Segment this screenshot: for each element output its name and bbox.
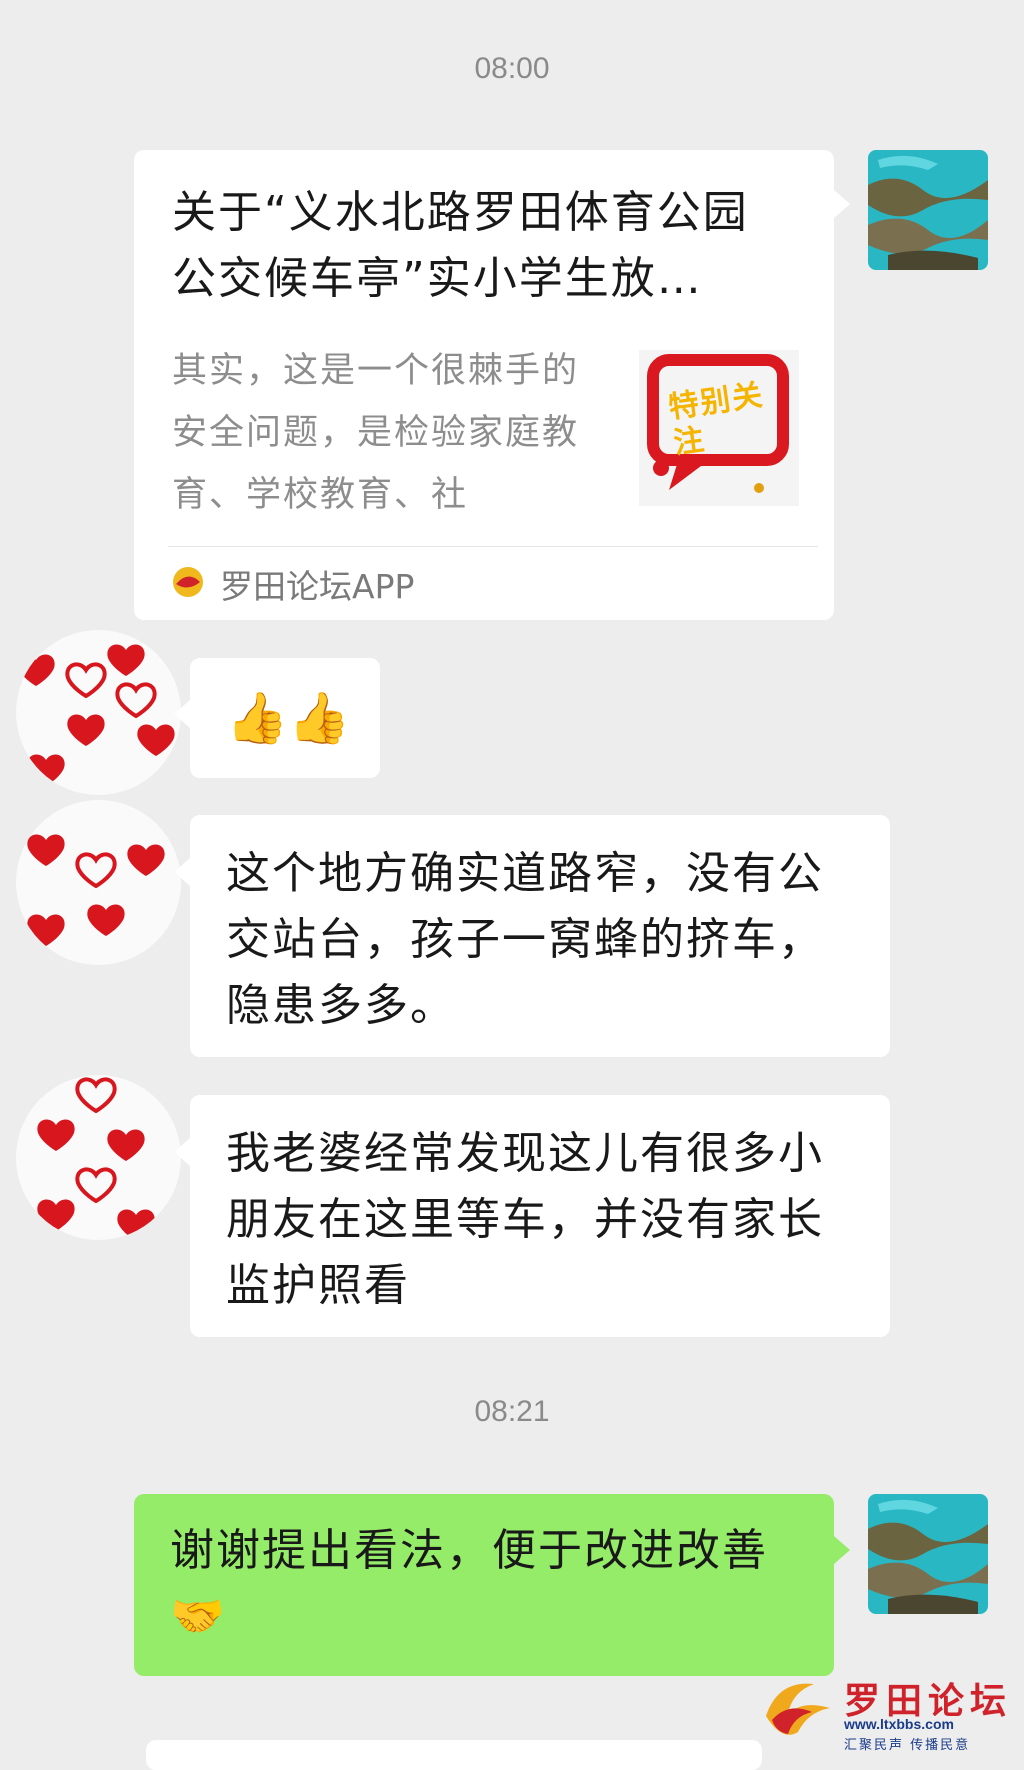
card-thumb-text: 特别关注: [666, 377, 767, 462]
message-text: 我老婆经常发现这儿有很多小朋友在这里等车，并没有家长监护照看: [226, 1128, 824, 1311]
message-text: 谢谢提出看法，便于改进改善🤝: [170, 1525, 768, 1642]
message-bubble-self[interactable]: 谢谢提出看法，便于改进改善🤝: [134, 1494, 834, 1676]
contact-avatar[interactable]: [16, 630, 181, 795]
bubble-tail: [834, 190, 850, 218]
message-bubble[interactable]: 我老婆经常发现这儿有很多小朋友在这里等车，并没有家长监护照看: [190, 1095, 890, 1337]
link-card[interactable]: 关于“义水北路罗田体育公园公交候车亭”实小学生放… 其实，这是一个很棘手的安全问…: [134, 150, 834, 620]
bubble-tail: [174, 1138, 190, 1166]
app-logo-icon: [170, 564, 206, 600]
bubble-tail: [834, 1536, 850, 1564]
card-divider: [168, 546, 818, 547]
self-avatar[interactable]: [868, 150, 988, 270]
bubble-tail: [174, 858, 190, 886]
self-avatar[interactable]: [868, 1494, 988, 1614]
card-title: 关于“义水北路罗田体育公园公交候车亭”实小学生放…: [172, 187, 749, 304]
card-source: 罗田论坛APP: [220, 567, 415, 606]
watermark-url: www.ltxbbs.com: [844, 1716, 954, 1732]
message-bubble[interactable]: 这个地方确实道路窄，没有公交站台，孩子一窝蜂的挤车，隐患多多。: [190, 815, 890, 1057]
message-bubble[interactable]: 👍👍: [190, 658, 380, 778]
bubble-tail: [174, 700, 190, 728]
contact-avatar[interactable]: [16, 800, 181, 965]
card-thumbnail: 特别关注: [639, 350, 799, 506]
timestamp: 08:00: [474, 52, 550, 85]
card-description: 其实，这是一个很棘手的安全问题，是检验家庭教育、学校教育、社: [172, 351, 580, 515]
contact-avatar[interactable]: [16, 1075, 181, 1240]
forum-logo-icon: [766, 1683, 830, 1735]
message-text: 👍👍: [226, 689, 351, 747]
forum-watermark: 罗田论坛 www.ltxbbs.com 汇聚民声 传播民意: [758, 1672, 1018, 1753]
timestamp: 08:21: [474, 1395, 550, 1428]
message-bubble[interactable]: [146, 1740, 762, 1770]
message-text: 这个地方确实道路窄，没有公交站台，孩子一窝蜂的挤车，隐患多多。: [226, 848, 824, 1031]
watermark-slogan: 汇聚民声 传播民意: [844, 1738, 971, 1753]
